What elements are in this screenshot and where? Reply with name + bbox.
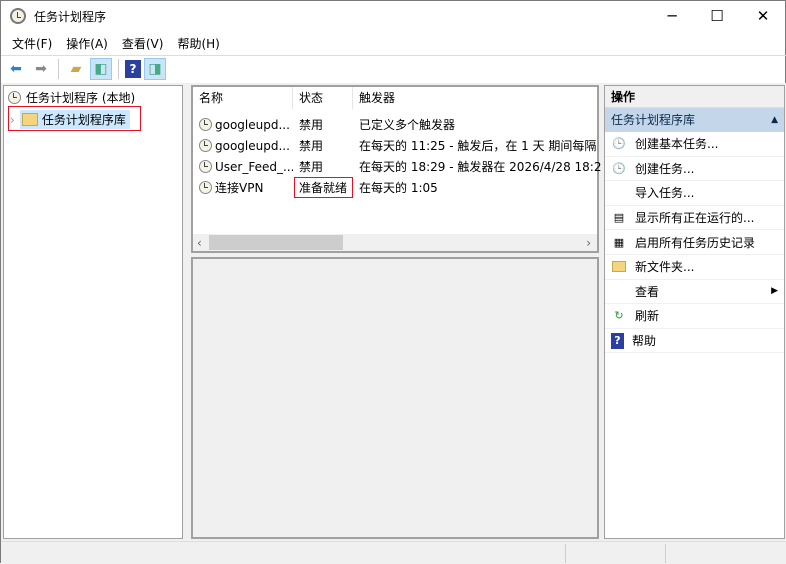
tree-root[interactable]: 任务计划程序 (本地) (8, 89, 135, 106)
task-trigger: 在每天的 1:05 (359, 181, 438, 195)
refresh-icon: ↻ (614, 309, 624, 323)
status-cell (665, 544, 785, 563)
action-label: 创建基本任务... (635, 137, 719, 152)
task-trigger: 在每天的 11:25 - 触发后，在 1 天 期间每隔 (359, 139, 597, 153)
running-tasks-icon: ▤ (613, 211, 625, 225)
table-row[interactable]: 连接VPN 准备就绪 在每天的 1:05 (193, 177, 438, 198)
center-pane: 名称 状态 触发器 googleupd... 禁用 已定义多个触发器 googleu… (191, 85, 601, 539)
window-title: 任务计划程序 (34, 9, 107, 24)
task-status: 准备就绪 (294, 177, 353, 198)
tree-item-library[interactable]: › 任务计划程序库 (10, 110, 130, 129)
collapse-icon[interactable]: ▲ (771, 108, 778, 132)
action-view[interactable]: 查看 ▶ (605, 280, 784, 305)
action-import-task[interactable]: 导入任务... (605, 181, 784, 206)
table-row[interactable]: User_Feed_... 禁用 在每天的 18:29 - 触发器在 2026/4/… (193, 156, 601, 177)
menu-view[interactable]: 查看(V) (115, 35, 171, 52)
action-label: 创建任务... (635, 161, 695, 176)
up-folder-icon[interactable]: ▰ (65, 58, 87, 80)
action-label: 查看 (635, 284, 660, 299)
scroll-thumb[interactable] (209, 235, 343, 250)
maximize-button[interactable]: ☐ (694, 1, 740, 31)
action-show-running[interactable]: ▤ 显示所有正在运行的... (605, 206, 784, 231)
task-icon (199, 118, 212, 131)
column-status[interactable]: 状态 (293, 87, 353, 109)
horizontal-scrollbar[interactable]: ‹ › (193, 234, 597, 251)
tree-item-label: 任务计划程序库 (41, 113, 126, 127)
menu-file[interactable]: 文件(F) (5, 35, 59, 52)
list-header: 名称 状态 触发器 (193, 87, 597, 109)
task-icon (199, 139, 212, 152)
menu-bar: 文件(F) 操作(A) 查看(V) 帮助(H) (1, 31, 786, 55)
action-refresh[interactable]: ↻ 刷新 (605, 304, 784, 329)
tree-root-label: 任务计划程序 (本地) (26, 91, 136, 105)
actions-pane: 操作 任务计划程序库 ▲ 🕒 创建基本任务... 🕒 创建任务... 导入任务... … (604, 85, 785, 539)
help-icon[interactable]: ? (125, 60, 141, 78)
task-status: 禁用 (299, 139, 324, 153)
create-basic-task-icon: 🕒 (612, 137, 626, 151)
action-create-basic-task[interactable]: 🕒 创建基本任务... (605, 132, 784, 157)
show-hide-console-tree-icon[interactable]: ◧ (90, 58, 112, 80)
task-name: googleupd... (215, 117, 290, 132)
minimize-button[interactable]: ─ (649, 1, 695, 31)
action-label: 启用所有任务历史记录 (635, 235, 756, 250)
menu-help[interactable]: 帮助(H) (170, 35, 226, 52)
task-list: 名称 状态 触发器 googleupd... 禁用 已定义多个触发器 googleu… (191, 85, 601, 253)
create-task-icon: 🕒 (612, 161, 626, 175)
status-cell (565, 544, 665, 563)
title-bar: 任务计划程序 ─ ☐ ✕ (1, 1, 786, 31)
task-status: 禁用 (299, 160, 324, 174)
task-trigger: 已定义多个触发器 (359, 118, 456, 132)
action-label: 显示所有正在运行的... (635, 211, 755, 226)
task-name: User_Feed_... (215, 159, 293, 174)
action-label: 导入任务... (635, 186, 695, 201)
history-icon: ▦ (613, 235, 625, 249)
task-status: 禁用 (299, 118, 324, 132)
task-name: 连接VPN (215, 181, 264, 195)
help-icon: ? (611, 332, 624, 349)
table-row[interactable]: googleupd... 禁用 已定义多个触发器 (193, 114, 455, 135)
action-create-task[interactable]: 🕒 创建任务... (605, 157, 784, 182)
task-icon (199, 160, 212, 173)
main-area: 任务计划程序 (本地) › 任务计划程序库 名称 状态 触发器 googleup… (1, 83, 786, 541)
column-trigger[interactable]: 触发器 (353, 87, 597, 109)
action-label: 帮助 (632, 334, 657, 349)
scroll-right-icon[interactable]: › (586, 236, 591, 250)
table-row[interactable]: googleupd... 禁用 在每天的 11:25 - 触发后，在 1 天 期间每… (193, 135, 596, 156)
submenu-arrow-icon: ▶ (771, 286, 778, 297)
menu-action[interactable]: 操作(A) (59, 35, 115, 52)
clock-icon (8, 91, 21, 104)
close-button[interactable]: ✕ (740, 1, 786, 31)
task-trigger: 在每天的 18:29 - 触发器在 2026/4/28 18:2 (359, 160, 602, 174)
actions-header: 操作 (605, 86, 784, 108)
column-name[interactable]: 名称 (193, 87, 293, 109)
status-bar (1, 541, 786, 564)
action-label: 刷新 (635, 309, 660, 324)
task-detail-pane (191, 257, 599, 539)
window: 任务计划程序 ─ ☐ ✕ 文件(F) 操作(A) 查看(V) 帮助(H) ⬅ ➡… (0, 0, 786, 564)
actions-section-label: 任务计划程序库 (611, 113, 696, 127)
toolbar: ⬅ ➡ ▰ ◧ ? ◨ (1, 55, 786, 82)
action-help[interactable]: ? 帮助 (605, 329, 784, 354)
back-arrow-icon[interactable]: ⬅ (5, 58, 27, 80)
action-label: 新文件夹... (635, 260, 695, 275)
task-icon (199, 181, 212, 194)
forward-arrow-icon[interactable]: ➡ (30, 58, 52, 80)
task-name: googleupd... (215, 138, 290, 153)
task-scheduler-icon (10, 8, 26, 24)
expand-chevron-icon[interactable]: › (10, 113, 15, 127)
show-hide-action-pane-icon[interactable]: ◨ (144, 58, 166, 80)
action-enable-history[interactable]: ▦ 启用所有任务历史记录 (605, 230, 784, 255)
new-folder-icon (611, 259, 627, 275)
folder-clock-icon (21, 113, 38, 126)
scroll-left-icon[interactable]: ‹ (197, 236, 202, 250)
actions-section[interactable]: 任务计划程序库 ▲ (605, 108, 784, 132)
action-new-folder[interactable]: 新文件夹... (605, 255, 784, 280)
console-tree: 任务计划程序 (本地) › 任务计划程序库 (3, 85, 183, 539)
